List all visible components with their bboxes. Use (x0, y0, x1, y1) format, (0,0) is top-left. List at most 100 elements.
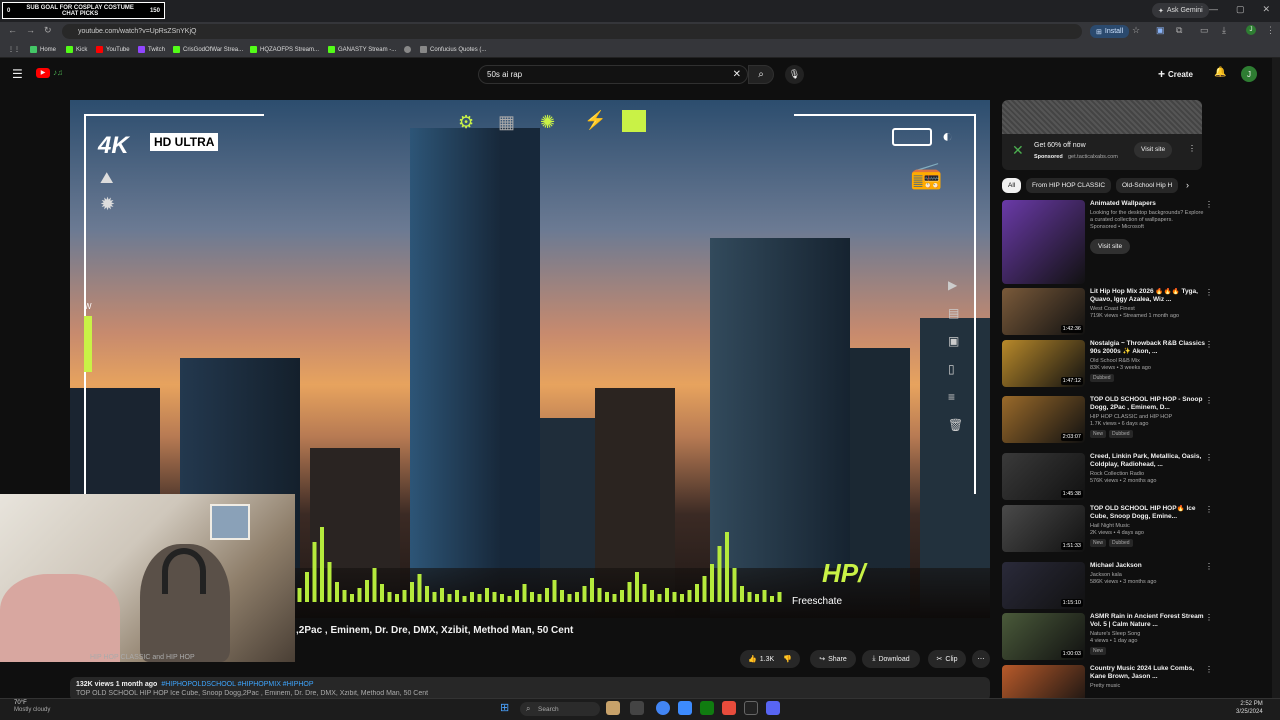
taskbar-search[interactable]: ⌕ Search (520, 702, 600, 716)
bookmark-globe[interactable] (404, 46, 411, 53)
youtube-logo-icon[interactable]: ▶ (36, 68, 50, 78)
hashtags[interactable]: #HIPHOPOLDSCHOOL #HIPHOPMIX #HIPHOP (161, 681, 313, 688)
recommendation-title[interactable]: TOP OLD SCHOOL HIP HOP - Snoop Dogg, 2Pa… (1090, 396, 1208, 412)
chevron-right-icon[interactable]: › (1186, 180, 1189, 190)
close-icon[interactable]: ✕ (1262, 4, 1270, 15)
recommendation-channel[interactable]: Hail Night Music (1090, 523, 1208, 530)
recommendation-title[interactable]: Nostalgia ~ Throwback R&B Classics 90s 2… (1090, 340, 1208, 356)
chip-old-school[interactable]: Old-School Hip H (1116, 178, 1178, 193)
extension-icon[interactable]: ▣ (1156, 25, 1165, 36)
recommendation-title[interactable]: Lit Hip Hop Mix 2026 🔥🔥🔥 Tyga, Quavo, Ig… (1090, 288, 1208, 304)
epic-games-icon[interactable] (744, 701, 758, 715)
create-button[interactable]: + Create (1158, 66, 1193, 82)
more-options-icon[interactable]: ⋮ (1205, 613, 1213, 622)
more-actions-button[interactable]: ⋯ (972, 650, 990, 668)
chrome-icon[interactable] (656, 701, 670, 715)
xbox-icon[interactable] (700, 701, 714, 715)
bookmark-youtube[interactable]: YouTube (96, 46, 130, 53)
ad-kebab-icon[interactable]: ⋮ (1188, 144, 1196, 153)
profile-avatar[interactable]: J (1246, 25, 1256, 35)
like-dislike-button[interactable]: 👍 1.3K 👎 (740, 650, 800, 668)
video-thumbnail[interactable]: 1:51:33 (1002, 505, 1085, 552)
sidepanel-icon[interactable]: ▭ (1200, 25, 1209, 36)
video-thumbnail[interactable]: 1:00:03 (1002, 613, 1085, 660)
puzzle-icon[interactable]: ⧉ (1176, 25, 1182, 36)
channel-name[interactable]: HIP HOP CLASSIC and HIP HOP (90, 654, 195, 661)
recommendation-channel[interactable]: Rock Collection Radio (1090, 471, 1208, 478)
video-thumbnail[interactable]: 1:47:12 (1002, 340, 1085, 387)
ask-gemini-button[interactable]: ✦ Ask Gemini (1152, 3, 1209, 18)
recommendation-channel[interactable]: HIP HOP CLASSIC and HIP HOP (1090, 414, 1208, 421)
voice-search-button[interactable]: 🎙 (785, 65, 804, 84)
apps-icon[interactable]: ⋮⋮ (8, 46, 20, 53)
url-field[interactable]: youtube.com/watch?v=UpRsZSnYKjQ (62, 24, 1082, 39)
forward-icon[interactable]: → (26, 25, 35, 35)
recommendation-title[interactable]: TOP OLD SCHOOL HIP HOP🔥 Ice Cube, Snoop … (1090, 505, 1208, 521)
visit-site-button[interactable]: Visit site (1090, 239, 1131, 254)
chip-all[interactable]: All (1002, 178, 1022, 193)
notifications-bell-icon[interactable]: 🔔 (1214, 67, 1226, 78)
windows-start-icon[interactable]: ⊞ (500, 701, 509, 714)
discord-icon[interactable] (766, 701, 780, 715)
more-options-icon[interactable]: ⋮ (1205, 562, 1213, 571)
recommendation-channel[interactable]: Looking for the desktop backgrounds? Exp… (1090, 210, 1208, 224)
doodle-icon[interactable]: ♪♫ (53, 68, 63, 77)
page-scrollbar[interactable] (1272, 58, 1280, 698)
recommendation-channel[interactable]: Old School R&B Mix (1090, 358, 1208, 365)
recommendation-title[interactable]: Michael Jackson (1090, 562, 1208, 570)
bookmark-crisgodofwar[interactable]: CrisGodOfWar Strea... (173, 46, 243, 53)
video-thumbnail[interactable]: 1:15:10 (1002, 562, 1085, 609)
bookmark-ganasty[interactable]: GANASTY Stream -... (328, 46, 396, 53)
weather-widget[interactable]: 70°F Mostly cloudy (14, 700, 50, 714)
recommendation-channel[interactable]: Pretty music (1090, 683, 1208, 690)
bookmark-confucius[interactable]: Confucius Quotes (... (420, 46, 486, 53)
recommendation-title[interactable]: Animated Wallpapers (1090, 200, 1208, 208)
explorer-icon[interactable] (606, 701, 620, 715)
video-thumbnail[interactable] (1002, 200, 1085, 284)
maximize-icon[interactable]: ▢ (1236, 4, 1245, 15)
more-options-icon[interactable]: ⋮ (1205, 340, 1213, 349)
video-thumbnail[interactable]: 1:45:38 (1002, 453, 1085, 500)
more-options-icon[interactable]: ⋮ (1205, 453, 1213, 462)
video-thumbnail[interactable]: 2:03:07 (1002, 396, 1085, 443)
thumbs-down-icon[interactable]: 👎 (783, 655, 792, 663)
sidebar-ad[interactable]: ✕ Get 60% off now Sponsored get.tactical… (1002, 100, 1202, 170)
bookmark-hqzaofps[interactable]: HQZAOFPS Stream... (250, 46, 319, 53)
more-options-icon[interactable]: ⋮ (1205, 396, 1213, 405)
app-icon[interactable] (722, 701, 736, 715)
install-button[interactable]: ⊞ Install (1090, 25, 1130, 38)
more-options-icon[interactable]: ⋮ (1205, 200, 1213, 209)
reload-icon[interactable]: ↻ (44, 25, 52, 36)
recommendation-channel[interactable]: Jackson kala (1090, 572, 1208, 579)
menu-kebab-icon[interactable]: ⋮ (1266, 25, 1275, 36)
search-button[interactable]: ⌕ (748, 65, 774, 84)
task-view-icon[interactable] (630, 701, 644, 715)
download-button[interactable]: ⤓ Download (862, 650, 920, 668)
more-options-icon[interactable]: ⋮ (1205, 505, 1213, 514)
recommendation-channel[interactable]: Nature's Sleep Song (1090, 631, 1208, 638)
hamburger-menu-icon[interactable]: ☰ (12, 67, 23, 81)
app-icon[interactable] (678, 701, 692, 715)
minimize-icon[interactable]: — (1209, 4, 1218, 15)
bookmark-home[interactable]: Home (30, 46, 56, 53)
more-options-icon[interactable]: ⋮ (1205, 665, 1213, 674)
video-thumbnail[interactable]: 1:42:36 (1002, 288, 1085, 335)
search-input[interactable]: 50s ai rap ✕ (478, 65, 748, 84)
recommendation-channel[interactable]: West Coast Finest (1090, 306, 1208, 313)
recommendation-title[interactable]: ASMR Rain in Ancient Forest Stream Vol. … (1090, 613, 1208, 629)
recommendation-title[interactable]: Creed, Linkin Park, Metallica, Oasis, Co… (1090, 453, 1208, 469)
star-icon[interactable]: ☆ (1132, 25, 1140, 36)
back-icon[interactable]: ← (8, 25, 17, 35)
clear-search-icon[interactable]: ✕ (733, 69, 741, 80)
recommendation-title[interactable]: Country Music 2024 Luke Combs, Kane Brow… (1090, 665, 1208, 681)
more-options-icon[interactable]: ⋮ (1205, 288, 1213, 297)
download-icon[interactable]: ⤓ (1222, 25, 1226, 36)
chip-from-channel[interactable]: From HIP HOP CLASSIC (1026, 178, 1112, 193)
account-avatar[interactable]: J (1241, 66, 1257, 82)
system-clock[interactable]: 2:52 PM 3/25/2024 (1236, 700, 1263, 716)
clip-button[interactable]: ✂ Clip (928, 650, 966, 668)
bookmark-kick[interactable]: Kick (66, 46, 87, 53)
share-button[interactable]: ↪ Share (810, 650, 856, 668)
ad-visit-site-button[interactable]: Visit site (1134, 142, 1173, 158)
bookmark-twitch[interactable]: Twitch (138, 46, 165, 53)
